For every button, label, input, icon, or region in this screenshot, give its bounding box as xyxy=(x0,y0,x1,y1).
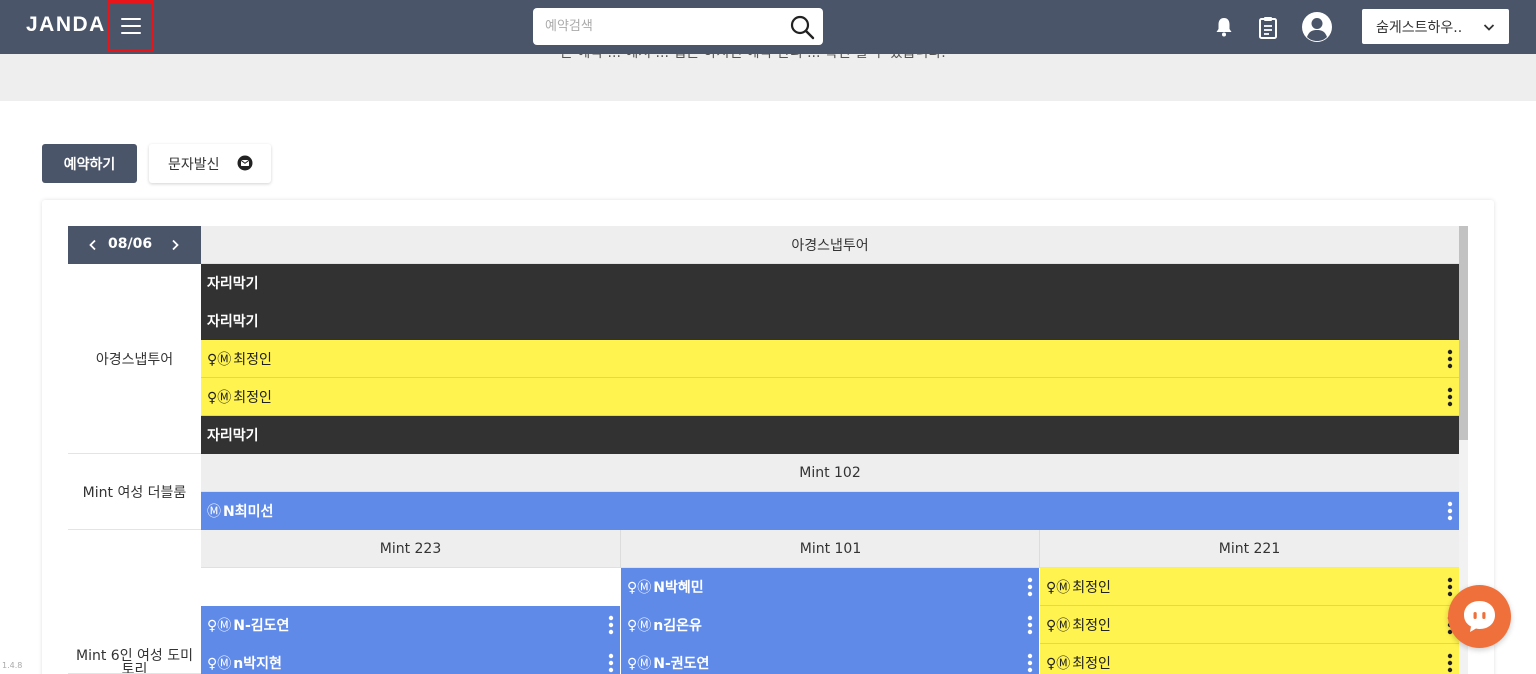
guest-name: N최미선 xyxy=(223,504,274,520)
reservation-search-box xyxy=(533,8,823,45)
booking-row[interactable]: ♀Ⓜ N-권도연 xyxy=(621,644,1039,674)
store-select-dropdown[interactable]: 숨게스트하우.. xyxy=(1362,9,1509,44)
guest-type-icon: ♀Ⓜ xyxy=(207,618,232,634)
guest-name: N-김도연 xyxy=(233,618,290,634)
blocked-seat-row[interactable]: 자리막기 xyxy=(201,302,1459,340)
search-icon[interactable] xyxy=(789,14,815,40)
guest-name: N박혜민 xyxy=(653,580,704,596)
booking-row[interactable]: Ⓜ N최미선 xyxy=(201,492,1459,530)
room-header: Mint 221 xyxy=(1040,530,1459,568)
more-options-icon[interactable] xyxy=(1027,653,1033,673)
clipboard-icon[interactable] xyxy=(1255,14,1281,40)
room-group-label: Mint 여성 더블룸 xyxy=(68,454,201,530)
send-sms-button[interactable]: 문자발신 xyxy=(149,144,271,183)
guest-type-icon: ♀Ⓜ xyxy=(207,389,232,406)
room-header: 아경스냅투어 xyxy=(201,226,1459,264)
guest-name: N-권도연 xyxy=(653,656,710,672)
room-group-label: Mint 6인 여성 도미토리 xyxy=(68,530,201,674)
chevron-down-icon xyxy=(1483,24,1495,31)
scrollbar-thumb[interactable] xyxy=(1459,226,1468,440)
chevron-right-icon[interactable] xyxy=(168,238,182,252)
more-options-icon[interactable] xyxy=(1447,387,1453,407)
booking-label: 자리막기 xyxy=(207,428,259,444)
chat-button[interactable] xyxy=(1448,585,1511,648)
chevron-left-icon[interactable] xyxy=(86,238,100,252)
reservation-search-input[interactable] xyxy=(533,8,783,45)
current-date[interactable]: 08/06 xyxy=(108,236,152,252)
booking-row[interactable]: ♀Ⓜ 최정인 xyxy=(201,340,1459,378)
hamburger-menu-button[interactable] xyxy=(107,0,154,52)
more-options-icon[interactable] xyxy=(608,615,614,635)
version-label: 1.4.8 xyxy=(2,661,23,670)
reserve-button[interactable]: 예약하기 xyxy=(42,144,137,183)
more-options-icon[interactable] xyxy=(1027,577,1033,597)
guest-name: 최정인 xyxy=(233,351,272,368)
booking-row[interactable]: ♀Ⓜ n박지현 xyxy=(201,644,620,674)
mail-icon xyxy=(237,155,253,171)
notice-banner: 본 예약 ... 에서 ... 접근 하시면 예약 관리 ... 확인 할 수 … xyxy=(0,54,1536,101)
guest-name: 최정인 xyxy=(1072,655,1111,672)
guest-name: 최정인 xyxy=(1072,617,1111,634)
guest-name: 최정인 xyxy=(233,389,272,406)
guest-type-icon: ♀Ⓜ xyxy=(1046,617,1071,634)
booking-row[interactable]: ♀Ⓜ 최정인 xyxy=(1040,644,1459,674)
guest-type-icon: ♀Ⓜ xyxy=(1046,579,1071,596)
hamburger-icon xyxy=(120,18,141,34)
guest-name: n박지현 xyxy=(233,656,282,672)
guest-type-icon: Ⓜ xyxy=(207,504,221,520)
more-options-icon[interactable] xyxy=(1447,349,1453,369)
booking-row[interactable]: ♀Ⓜ N박혜민 xyxy=(621,568,1039,606)
top-navbar: JANDA 숨게스트하우.. xyxy=(0,0,1536,54)
guest-type-icon: ♀Ⓜ xyxy=(627,618,652,634)
column-divider xyxy=(620,530,621,568)
more-options-icon[interactable] xyxy=(608,653,614,673)
guest-type-icon: ♀Ⓜ xyxy=(1046,655,1071,672)
room-group-label: 아경스냅투어 xyxy=(68,264,201,454)
blocked-seat-row[interactable]: 자리막기 xyxy=(201,416,1459,454)
booking-label: 자리막기 xyxy=(207,314,259,330)
guest-type-icon: ♀Ⓜ xyxy=(627,580,652,596)
more-options-icon[interactable] xyxy=(1447,501,1453,521)
booking-row[interactable]: ♀Ⓜ n김온유 xyxy=(621,606,1039,644)
guest-name: 최정인 xyxy=(1072,579,1111,596)
send-sms-label: 문자발신 xyxy=(168,156,220,173)
room-header: Mint 223 xyxy=(201,530,620,568)
booking-row[interactable]: ♀Ⓜ 최정인 xyxy=(1040,568,1459,606)
date-navigator: 08/06 xyxy=(68,226,201,264)
room-group-name: Mint 6인 여성 도미토리 xyxy=(76,648,193,674)
booking-row[interactable]: ♀Ⓜ 최정인 xyxy=(1040,606,1459,644)
guest-type-icon: ♀Ⓜ xyxy=(207,656,232,672)
column-divider xyxy=(1039,530,1040,568)
chat-bubble-icon xyxy=(1464,601,1495,632)
room-header: Mint 102 xyxy=(201,454,1459,492)
janda-logo[interactable]: JANDA xyxy=(26,13,106,37)
booking-row[interactable]: ♀Ⓜ N-김도연 xyxy=(201,606,620,644)
booking-row[interactable]: ♀Ⓜ 최정인 xyxy=(201,378,1459,416)
empty-slot[interactable] xyxy=(201,568,620,606)
notice-text: 본 예약 ... 에서 ... 접근 하시면 예약 관리 ... 확인 할 수 … xyxy=(560,54,946,62)
store-select-value: 숨게스트하우.. xyxy=(1376,19,1463,36)
user-avatar-icon[interactable] xyxy=(1301,11,1333,43)
more-options-icon[interactable] xyxy=(1447,653,1453,673)
booking-label: 자리막기 xyxy=(207,276,259,292)
room-header: Mint 101 xyxy=(621,530,1040,568)
bell-icon[interactable] xyxy=(1211,14,1237,40)
guest-type-icon: ♀Ⓜ xyxy=(627,656,652,672)
guest-name: n김온유 xyxy=(653,618,702,634)
more-options-icon[interactable] xyxy=(1027,615,1033,635)
guest-type-icon: ♀Ⓜ xyxy=(207,351,232,368)
blocked-seat-row[interactable]: 자리막기 xyxy=(201,264,1459,302)
